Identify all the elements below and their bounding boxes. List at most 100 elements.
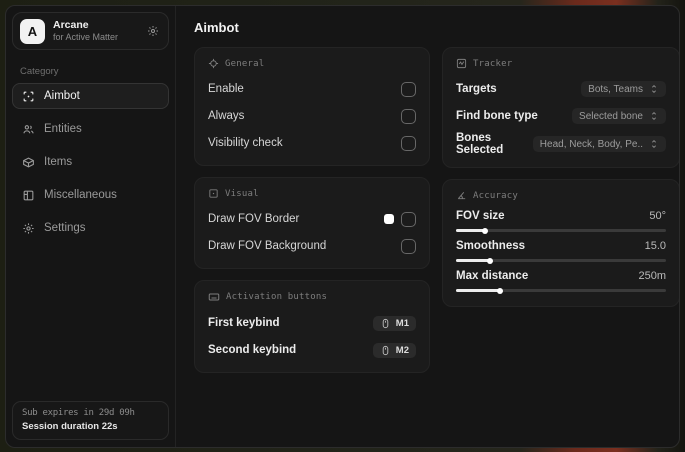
enable-checkbox[interactable] <box>401 81 416 97</box>
slider-value: 50° <box>649 210 666 222</box>
always-checkbox[interactable] <box>401 108 416 124</box>
setting-row-first-keybind: First keybind M1 <box>208 312 416 334</box>
setting-row-always: Always <box>208 105 416 127</box>
slider-thumb[interactable] <box>482 227 489 234</box>
angle-icon <box>457 191 466 200</box>
sidebar: A Arcane for Active Matter Category Aimb… <box>6 6 176 447</box>
category-nav: Aimbot Entities Items Miscellaneous Sett… <box>6 83 175 241</box>
main-content: Aimbot General Enable Always Visibility … <box>176 6 679 447</box>
general-card: General Enable Always Visibility check <box>194 47 430 166</box>
sidebar-item-settings[interactable]: Settings <box>12 215 169 241</box>
setting-label: Draw FOV Background <box>208 240 327 252</box>
slider-thumb[interactable] <box>486 257 493 264</box>
max-distance-slider[interactable] <box>456 287 666 294</box>
setting-label: Bones Selected <box>456 132 504 156</box>
setting-row-targets: Targets Bots, Teams <box>456 78 666 100</box>
tracker-card: Tracker Targets Bots, Teams Find bone ty… <box>442 47 679 168</box>
setting-label: Find bone type <box>456 110 538 122</box>
slider-value: 15.0 <box>644 240 666 252</box>
tracker-header: Tracker <box>456 58 666 69</box>
page-title: Aimbot <box>194 20 239 35</box>
sub-expires-text: Sub expires in 29d 09h <box>22 408 135 418</box>
activation-header: Activation buttons <box>208 291 416 303</box>
gear-icon[interactable] <box>147 25 159 37</box>
sidebar-item-label: Items <box>44 156 73 168</box>
select-value: Bots, Teams <box>588 83 643 95</box>
cheat-menu-window: A Arcane for Active Matter Category Aimb… <box>5 5 680 448</box>
subscription-info-box: Sub expires in 29d 09h Session duration … <box>12 401 169 440</box>
sidebar-item-label: Settings <box>44 222 86 234</box>
app-subtitle: for Active Matter <box>53 31 119 42</box>
sidebar-item-entities[interactable]: Entities <box>12 116 169 142</box>
setting-row-bones-selected: Bones Selected Head, Neck, Body, Pe.. <box>456 132 666 156</box>
app-logo: A <box>20 18 45 44</box>
accuracy-header: Accuracy <box>456 190 666 201</box>
smoothness-slider-block: Smoothness 15.0 <box>456 240 666 264</box>
accuracy-card: Accuracy FOV size 50° Smoothness 15.0 Ma… <box>442 179 679 307</box>
draw-fov-background-checkbox[interactable] <box>401 238 416 254</box>
keyboard-icon <box>208 293 220 301</box>
general-header: General <box>208 58 416 69</box>
keybind-value: M1 <box>395 317 409 329</box>
sidebar-item-miscellaneous[interactable]: Miscellaneous <box>12 182 169 208</box>
unfold-icon <box>651 84 657 94</box>
setting-label: First keybind <box>208 317 280 329</box>
slider-thumb[interactable] <box>497 287 504 294</box>
smoothness-slider[interactable] <box>456 257 666 264</box>
sidebar-item-aimbot[interactable]: Aimbot <box>12 83 169 109</box>
gear-icon <box>22 222 35 235</box>
max-distance-slider-block: Max distance 250m <box>456 270 666 294</box>
radar-icon <box>456 58 467 69</box>
activation-buttons-card: Activation buttons First keybind M1 Seco… <box>194 280 430 373</box>
targets-select[interactable]: Bots, Teams <box>581 81 666 97</box>
layout-icon <box>22 189 35 202</box>
brand-text: Arcane for Active Matter <box>53 19 139 43</box>
visual-header: Visual <box>208 188 416 199</box>
section-title: Activation buttons <box>226 292 328 302</box>
setting-label: Targets <box>456 83 497 95</box>
slider-value: 250m <box>638 270 666 282</box>
sidebar-item-items[interactable]: Items <box>12 149 169 175</box>
first-keybind-button[interactable]: M1 <box>372 315 416 331</box>
cube-icon <box>22 156 35 169</box>
setting-row-draw-fov-background: Draw FOV Background <box>208 235 416 257</box>
find-bone-type-select[interactable]: Selected bone <box>572 108 666 124</box>
setting-label: Draw FOV Border <box>208 213 300 225</box>
sidebar-item-label: Entities <box>44 123 82 135</box>
fov-size-slider-block: FOV size 50° <box>456 210 666 234</box>
keybind-value: M2 <box>395 344 409 356</box>
setting-label: Second keybind <box>208 344 297 356</box>
fov-border-color-swatch[interactable] <box>384 214 394 224</box>
fov-frame-icon <box>209 189 218 198</box>
draw-fov-border-checkbox[interactable] <box>401 211 416 227</box>
fov-size-slider[interactable] <box>456 227 666 234</box>
select-value: Head, Neck, Body, Pe.. <box>539 138 643 150</box>
mouse-icon <box>382 318 389 328</box>
visibility-check-checkbox[interactable] <box>401 135 416 151</box>
sidebar-item-label: Aimbot <box>44 90 80 102</box>
setting-label: Visibility check <box>208 137 283 149</box>
slider-label: Max distance <box>456 270 529 282</box>
setting-row-enable: Enable <box>208 78 416 100</box>
mouse-icon <box>382 345 389 355</box>
app-title: Arcane <box>53 18 89 31</box>
brand-header: A Arcane for Active Matter <box>12 12 169 50</box>
session-duration-text: Session duration 22s <box>22 421 118 432</box>
crosshair-scan-icon <box>22 90 35 103</box>
section-title: General <box>225 58 265 69</box>
section-title: Tracker <box>473 58 513 69</box>
slider-label: FOV size <box>456 210 505 222</box>
unfold-icon <box>651 139 657 149</box>
second-keybind-button[interactable]: M2 <box>372 342 416 358</box>
sidebar-item-label: Miscellaneous <box>44 189 117 201</box>
entities-icon <box>22 123 35 136</box>
unfold-icon <box>651 111 657 121</box>
setting-label: Always <box>208 110 245 122</box>
bones-selected-select[interactable]: Head, Neck, Body, Pe.. <box>532 136 666 152</box>
category-label: Category <box>20 66 59 77</box>
section-title: Visual <box>225 188 259 199</box>
setting-row-second-keybind: Second keybind M2 <box>208 339 416 361</box>
select-value: Selected bone <box>579 110 643 122</box>
visual-card: Visual Draw FOV Border Draw FOV Backgrou… <box>194 177 430 269</box>
crosshair-icon <box>208 58 219 69</box>
